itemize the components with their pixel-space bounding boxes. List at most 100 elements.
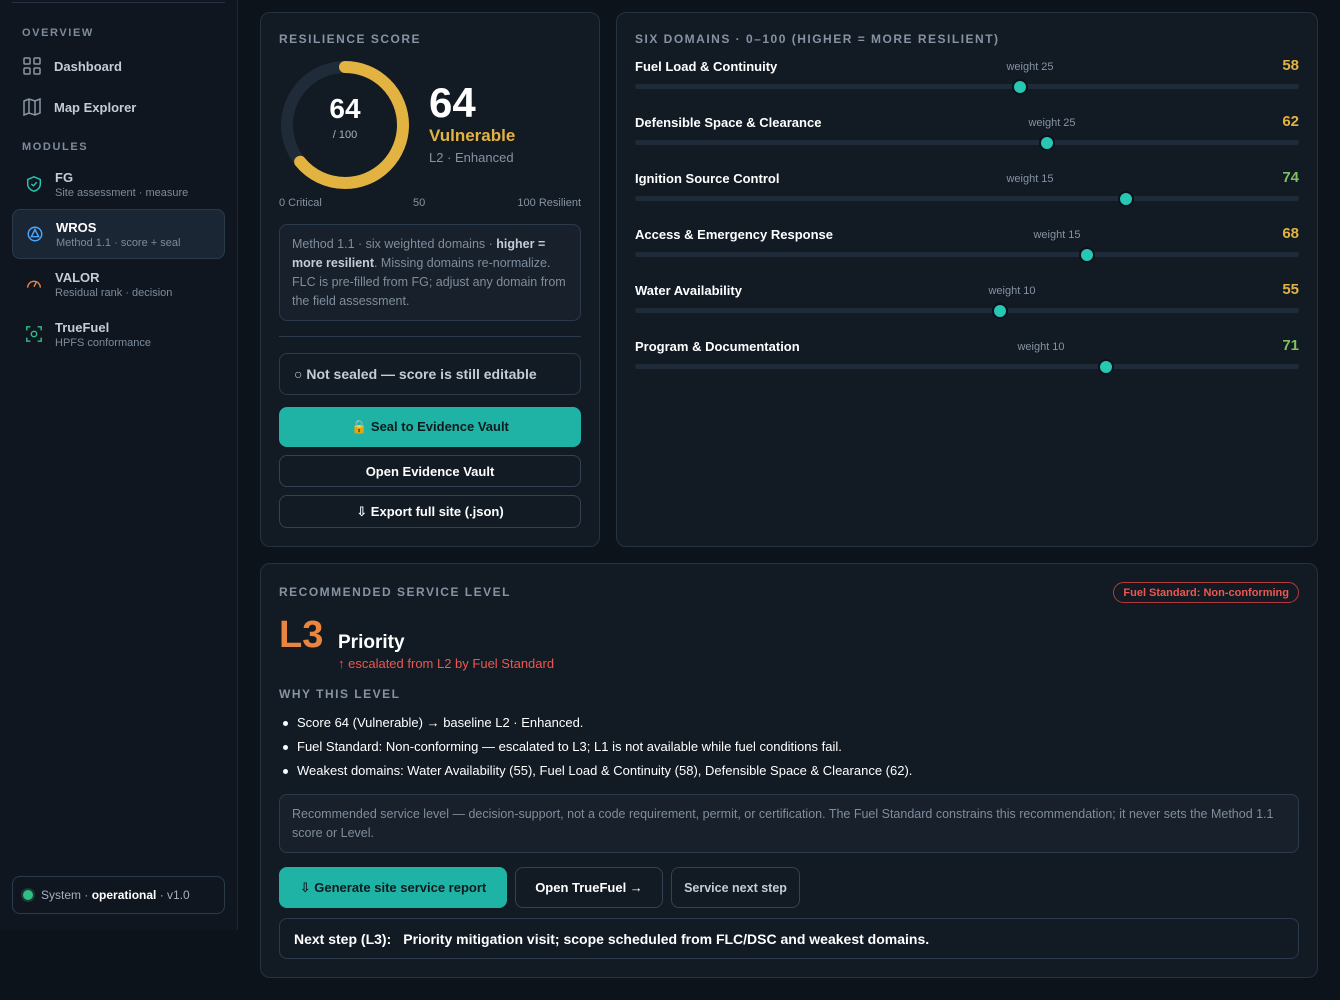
- domain-value: 62: [1282, 113, 1299, 130]
- domain-weight: weight 25: [1028, 117, 1076, 129]
- shield-icon: [24, 174, 44, 194]
- list-item: Score 64 (Vulnerable) → baseline L2 · En…: [279, 715, 912, 739]
- score-level: L2 · Enhanced: [429, 150, 514, 165]
- domain-name: Water Availability: [635, 283, 742, 298]
- domain-slider-thumb[interactable]: [992, 303, 1009, 319]
- domain-value: 55: [1282, 281, 1299, 298]
- generate-report-button[interactable]: ⇩ Generate site service report: [279, 867, 507, 908]
- domain-name: Fuel Load & Continuity: [635, 59, 778, 74]
- sidebar: OVERVIEW Dashboard Map Explorer MODULES …: [0, 0, 238, 930]
- scale-mid: 50: [413, 197, 426, 209]
- module-valor-name: VALOR: [55, 269, 100, 285]
- seal-button[interactable]: 🔒 Seal to Evidence Vault: [279, 407, 581, 447]
- module-fg-name: FG: [55, 169, 74, 185]
- domain-value: 58: [1282, 57, 1299, 74]
- overview-heading: OVERVIEW: [22, 27, 94, 39]
- scale-resilient: 100 Resilient: [517, 197, 581, 209]
- service-next-step-button[interactable]: Service next step: [671, 867, 800, 908]
- nav-dashboard[interactable]: Dashboard: [22, 56, 122, 76]
- domain-slider-track[interactable]: [635, 308, 1299, 313]
- domain-slider-thumb[interactable]: [1098, 359, 1115, 375]
- system-version: · v1.0: [159, 888, 190, 902]
- nav-map-label: Map Explorer: [54, 99, 137, 115]
- domain-row: Program & Documentation weight 10 71: [635, 337, 1299, 383]
- seal-status: ○ Not sealed — score is still editable: [279, 353, 581, 395]
- nav-dashboard-label: Dashboard: [54, 58, 122, 74]
- module-fg[interactable]: FG Site assessment · measure: [12, 159, 225, 209]
- method-note-a: Method 1.1 · six weighted domains ·: [292, 237, 497, 251]
- module-wros-name: WROS: [56, 219, 97, 235]
- sidebar-divider: [12, 2, 225, 3]
- system-state: operational: [91, 888, 157, 902]
- module-truefuel-sub: HPFS conformance: [55, 336, 151, 349]
- status-dot-icon: [23, 890, 33, 900]
- next-step-bar: Next step (L3): Priority mitigation visi…: [279, 918, 1299, 959]
- scale-critical: 0 Critical: [279, 197, 322, 209]
- fuel-standard-badge: Fuel Standard: Non-conforming: [1113, 582, 1299, 603]
- service-level-panel: RECOMMENDED SERVICE LEVEL Fuel Standard:…: [260, 563, 1318, 978]
- nav-map-explorer[interactable]: Map Explorer: [22, 97, 136, 117]
- system-prefix: System ·: [41, 888, 89, 902]
- module-truefuel-name: TrueFuel: [55, 319, 110, 335]
- module-wros[interactable]: WROS Method 1.1 · score + seal: [12, 209, 225, 259]
- open-vault-button[interactable]: Open Evidence Vault: [279, 455, 581, 487]
- domain-weight: weight 15: [1033, 229, 1081, 241]
- domain-row: Water Availability weight 10 55: [635, 281, 1299, 327]
- open-truefuel-button[interactable]: Open TrueFuel →: [515, 867, 663, 908]
- domain-row: Access & Emergency Response weight 15 68: [635, 225, 1299, 271]
- score-status: Vulnerable: [429, 126, 516, 145]
- domain-slider-thumb[interactable]: [1118, 191, 1135, 207]
- domain-slider-thumb[interactable]: [1078, 247, 1095, 263]
- domain-slider-thumb[interactable]: [1012, 79, 1029, 95]
- domain-weight: weight 10: [1017, 341, 1065, 353]
- list-item: Fuel Standard: Non-conforming — escalate…: [279, 739, 912, 763]
- target-icon: [25, 224, 45, 244]
- gauge-icon: [24, 274, 44, 294]
- big-score: 64: [429, 79, 476, 126]
- method-note: Method 1.1 · six weighted domains · high…: [279, 224, 581, 321]
- domain-weight: weight 25: [1006, 61, 1054, 73]
- domain-weight: weight 15: [1006, 173, 1054, 185]
- domain-slider-thumb[interactable]: [1038, 135, 1055, 151]
- resilience-score-title: RESILIENCE SCORE: [279, 32, 422, 46]
- domain-name: Defensible Space & Clearance: [635, 115, 822, 130]
- domain-value: 68: [1282, 225, 1299, 242]
- modules-heading: MODULES: [22, 141, 89, 153]
- grid-icon: [23, 57, 41, 75]
- domain-value: 71: [1282, 337, 1299, 354]
- domain-slider-track[interactable]: [635, 140, 1299, 145]
- reason-list: Score 64 (Vulnerable) → baseline L2 · En…: [279, 715, 912, 787]
- gauge-denominator: / 100: [332, 129, 358, 141]
- service-level-name: Priority: [338, 632, 405, 653]
- domain-weight: weight 10: [988, 285, 1036, 297]
- module-fg-sub: Site assessment · measure: [55, 186, 189, 199]
- gauge-value: 64: [329, 93, 361, 124]
- map-icon: [23, 97, 41, 117]
- domain-slider-track[interactable]: [635, 252, 1299, 257]
- disclaimer: Recommended service level — decision-sup…: [279, 794, 1299, 853]
- domain-value: 74: [1282, 169, 1299, 186]
- module-valor-sub: Residual rank · decision: [55, 286, 173, 299]
- domain-slider-track[interactable]: [635, 196, 1299, 201]
- escalation-note: ↑ escalated from L2 by Fuel Standard: [338, 656, 555, 671]
- domain-name: Program & Documentation: [635, 339, 800, 354]
- module-wros-sub: Method 1.1 · score + seal: [56, 236, 181, 249]
- domain-name: Ignition Source Control: [635, 171, 780, 186]
- domain-row: Ignition Source Control weight 15 74: [635, 169, 1299, 215]
- module-truefuel[interactable]: TrueFuel HPFS conformance: [12, 309, 225, 359]
- next-step-text: Priority mitigation visit; scope schedul…: [403, 930, 930, 947]
- domain-row: Fuel Load & Continuity weight 25 58: [635, 57, 1299, 103]
- system-status: System · operational · v1.0: [12, 876, 225, 914]
- resilience-score-panel: RESILIENCE SCORE 64 / 100 64 Vulnerable …: [260, 12, 600, 547]
- domains-title: SIX DOMAINS · 0–100 (HIGHER = MORE RESIL…: [635, 32, 1000, 46]
- service-level-code: L3: [279, 614, 324, 656]
- domain-slider-track[interactable]: [635, 84, 1299, 89]
- next-step-label: Next step (L3):: [294, 930, 392, 947]
- export-button[interactable]: ⇩ Export full site (.json): [279, 495, 581, 528]
- score-gauge: 64 / 100: [279, 59, 411, 191]
- domain-name: Access & Emergency Response: [635, 227, 833, 242]
- service-title: RECOMMENDED SERVICE LEVEL: [279, 585, 511, 599]
- module-valor[interactable]: VALOR Residual rank · decision: [12, 259, 225, 309]
- domains-panel: SIX DOMAINS · 0–100 (HIGHER = MORE RESIL…: [616, 12, 1318, 547]
- domain-slider-track[interactable]: [635, 364, 1299, 369]
